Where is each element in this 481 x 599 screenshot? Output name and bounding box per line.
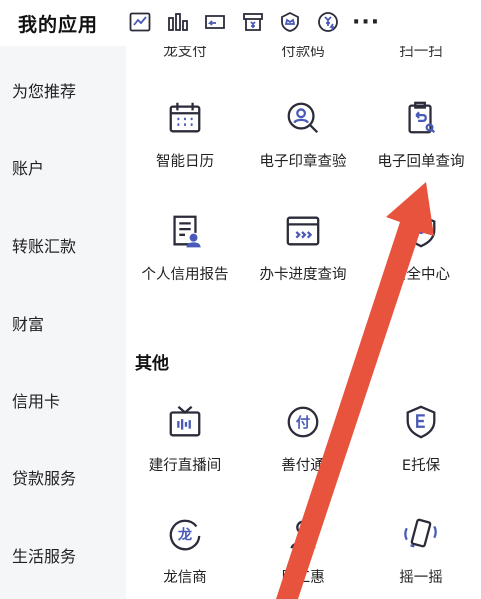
svg-text:付: 付 (296, 414, 310, 432)
sidebar-item-loan[interactable]: 贷款服务 (12, 465, 76, 489)
shield-crown-icon[interactable] (276, 8, 304, 36)
card-progress-icon (283, 211, 323, 251)
transfer-card-icon[interactable] (201, 8, 229, 36)
sidebar-item-credit-card[interactable]: 信用卡 (12, 388, 60, 412)
calendar-icon (165, 98, 205, 138)
category-sidebar: 为您推荐 账户 转账汇款 财富 信用卡 贷款服务 生活服务 (0, 46, 126, 599)
trend-chart-icon[interactable] (126, 8, 154, 36)
section-title-other: 其他 (135, 354, 169, 374)
app-label: 善付通 (281, 458, 325, 474)
tv-live-icon (165, 402, 205, 442)
app-shake[interactable]: 摇一摇 (362, 514, 480, 587)
pay-badge-icon: 付 (283, 402, 323, 442)
app-smart-calendar[interactable]: 智能日历 (126, 98, 244, 171)
app-label: 个人信用报告 (141, 267, 229, 283)
app-longxinshang[interactable]: 龙 龙信商 (126, 514, 244, 587)
app-label-partial[interactable]: 付款码 (244, 46, 362, 61)
app-label: 智能日历 (156, 154, 214, 170)
app-label: 电子印章查验 (259, 154, 347, 170)
sidebar-item-life[interactable]: 生活服务 (12, 543, 76, 567)
app-mingonghui[interactable]: 民工惠 (244, 514, 362, 587)
dragon-badge-icon: 龙 (165, 514, 205, 554)
clipboard-search-icon (401, 98, 441, 138)
app-credit-report[interactable]: 个人信用报告 (126, 211, 244, 284)
app-label: 建行直播间 (148, 458, 222, 474)
app-shanfutong[interactable]: 付 善付通 (244, 402, 362, 475)
shield-icon (401, 211, 441, 251)
app-ccb-live[interactable]: 建行直播间 (126, 402, 244, 475)
sidebar-item-account[interactable]: 账户 (12, 155, 44, 179)
top-header: 我的应用 ··· (0, 0, 481, 46)
app-label: 安全中心 (392, 267, 450, 283)
yuan-box-icon[interactable] (239, 8, 267, 36)
seal-search-icon (283, 98, 323, 138)
pinned-shortcuts (126, 8, 351, 36)
app-label: 民工惠 (281, 570, 325, 586)
svg-text:龙: 龙 (178, 526, 192, 544)
app-grid: 龙支付 付款码 扫一扫 智能日历 电子印章查验 电子回单查询 个人信用报告 办卡… (126, 46, 481, 599)
app-e-tuobao[interactable]: E托保 (362, 402, 480, 475)
app-seal-verify[interactable]: 电子印章查验 (244, 98, 362, 171)
e-shield-icon (401, 402, 441, 442)
more-options-icon[interactable]: ··· (352, 10, 380, 35)
app-label: 摇一摇 (399, 570, 443, 586)
app-receipt-query[interactable]: 电子回单查询 (362, 98, 480, 171)
bar-chart-icon[interactable] (164, 8, 192, 36)
app-label: 办卡进度查询 (259, 267, 347, 283)
page-title: 我的应用 (18, 14, 99, 36)
phone-shake-icon (401, 514, 441, 554)
app-label-partial[interactable]: 龙支付 (126, 46, 244, 61)
sidebar-item-recommend[interactable]: 为您推荐 (12, 78, 76, 102)
worker-icon (283, 514, 323, 554)
app-label: 龙信商 (163, 570, 207, 586)
app-label: E托保 (401, 458, 441, 474)
app-label-partial[interactable]: 扫一扫 (362, 46, 480, 61)
app-label: 电子回单查询 (377, 154, 465, 170)
app-card-progress[interactable]: 办卡进度查询 (244, 211, 362, 284)
yuan-lightning-icon[interactable] (314, 8, 342, 36)
sidebar-item-wealth[interactable]: 财富 (12, 311, 44, 335)
report-person-icon (165, 211, 205, 251)
app-security-center[interactable]: 安全中心 (362, 211, 480, 284)
sidebar-item-transfer[interactable]: 转账汇款 (12, 233, 76, 257)
